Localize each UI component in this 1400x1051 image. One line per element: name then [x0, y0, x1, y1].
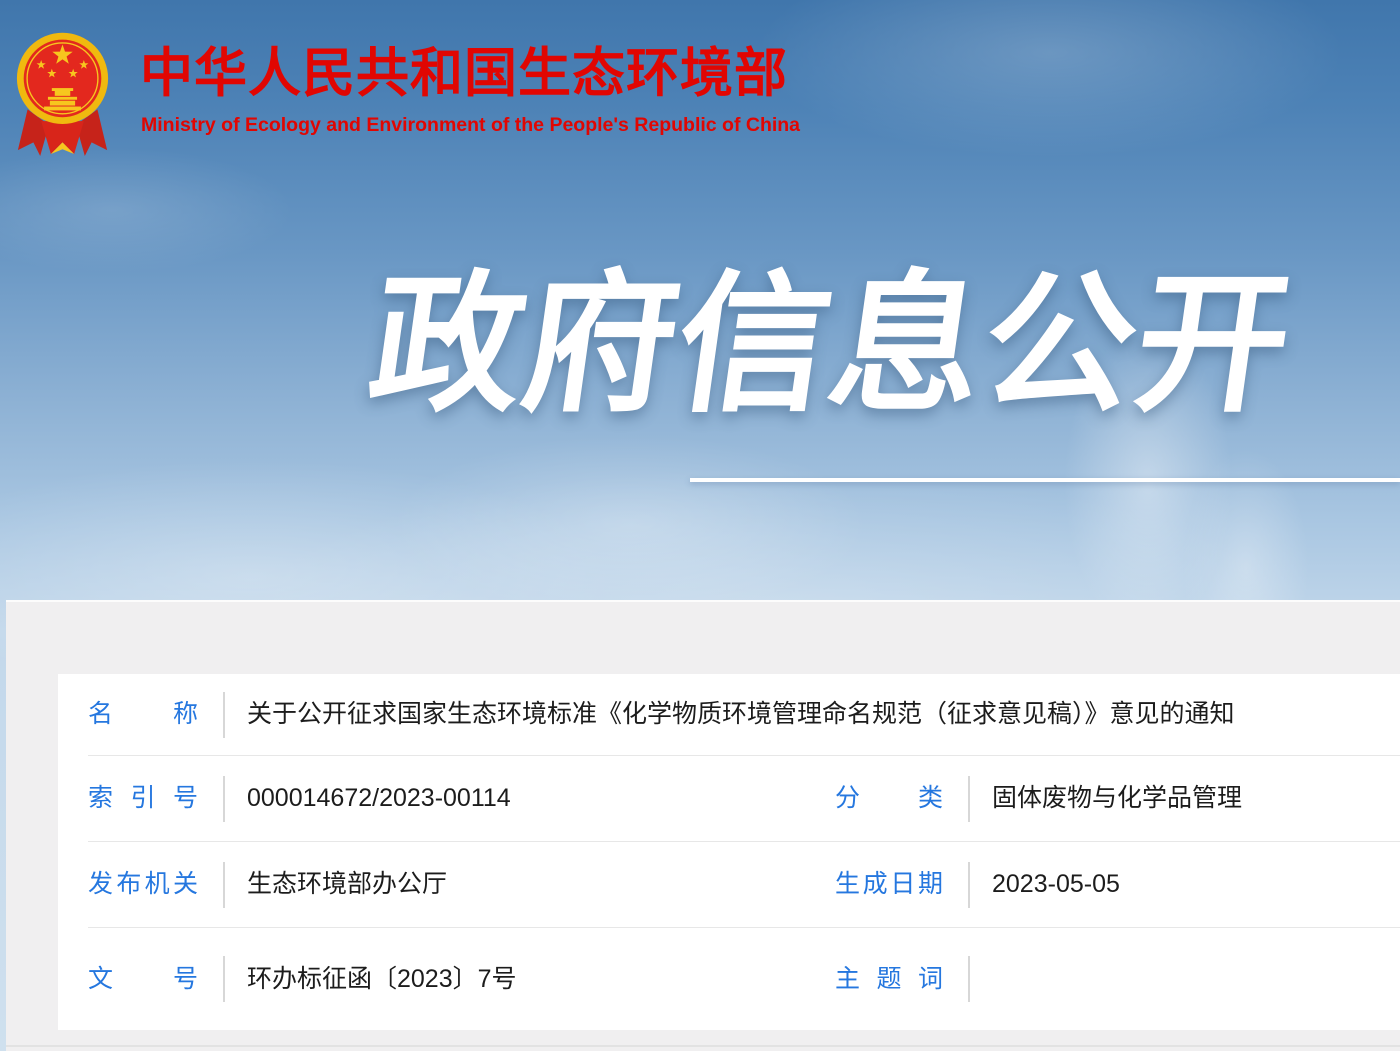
page-title-government-info-disclosure: 政府信息公开: [360, 258, 1325, 433]
info-row-issuer-date: 发布机关 生态环境部办公厅 生成日期 2023-05-05: [88, 841, 1400, 927]
info-row-index-category: 索引号 000014672/2023-00114 分类 固体废物与化学品管理: [88, 755, 1400, 841]
docnum-label: 文号: [88, 963, 198, 996]
label-divider: [968, 776, 970, 822]
category-cell: 分类 固体废物与化学品管理: [835, 776, 1400, 822]
label-divider: [223, 776, 225, 822]
category-value: 固体废物与化学品管理: [992, 781, 1242, 816]
section-bottom-divider: [6, 1045, 1400, 1047]
label-divider: [223, 692, 225, 738]
issuer-cell: 发布机关 生态环境部办公厅: [88, 862, 835, 908]
date-value: 2023-05-05: [992, 867, 1120, 902]
docnum-value: 环办标征函〔2023〕7号: [247, 962, 517, 997]
name-value: 关于公开征求国家生态环境标准《化学物质环境管理命名规范（征求意见稿）》意见的通知: [247, 697, 1235, 732]
label-divider: [968, 956, 970, 1002]
name-label: 名称: [88, 698, 198, 731]
label-divider: [223, 956, 225, 1002]
issuer-value: 生态环境部办公厅: [247, 867, 447, 902]
date-label: 生成日期: [835, 868, 943, 901]
category-label: 分类: [835, 782, 943, 815]
label-divider: [223, 862, 225, 908]
page: 中华人民共和国生态环境部 Ministry of Ecology and Env…: [0, 0, 1400, 1051]
issuer-label: 发布机关: [88, 868, 198, 901]
info-section: 名称 关于公开征求国家生态环境标准《化学物质环境管理命名规范（征求意见稿）》意见…: [6, 600, 1400, 1051]
china-national-emblem-icon: [14, 20, 111, 162]
date-cell: 生成日期 2023-05-05: [835, 862, 1400, 908]
subject-label: 主题词: [835, 963, 943, 996]
info-row-name: 名称 关于公开征求国家生态环境标准《化学物质环境管理命名规范（征求意见稿）》意见…: [88, 674, 1400, 755]
title-underline: [690, 478, 1400, 482]
label-divider: [968, 862, 970, 908]
info-row-docnum-subject: 文号 环办标征函〔2023〕7号 主题词: [88, 927, 1400, 1030]
ministry-name-cn: 中华人民共和国生态环境部: [140, 42, 788, 106]
subject-cell: 主题词: [835, 956, 1400, 1002]
index-value: 000014672/2023-00114: [247, 781, 511, 816]
ministry-name-en: Ministry of Ecology and Environment of t…: [141, 114, 800, 137]
document-info-card: 名称 关于公开征求国家生态环境标准《化学物质环境管理命名规范（征求意见稿）》意见…: [58, 674, 1400, 1030]
index-label: 索引号: [88, 782, 198, 815]
index-cell: 索引号 000014672/2023-00114: [88, 776, 835, 822]
docnum-cell: 文号 环办标征函〔2023〕7号: [88, 956, 835, 1002]
